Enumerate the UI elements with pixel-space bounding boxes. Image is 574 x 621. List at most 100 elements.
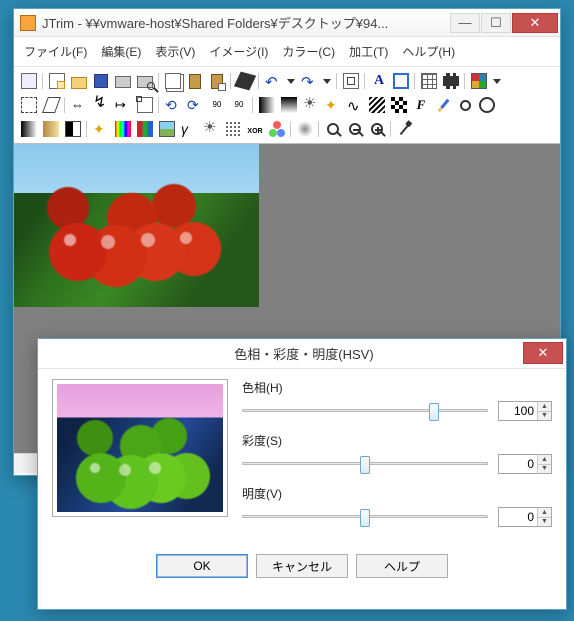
tb-rotate-l-icon[interactable]: ⟲ xyxy=(162,94,184,116)
tb-text-icon[interactable]: A xyxy=(368,70,390,92)
val-spinner[interactable]: ▲▼ xyxy=(498,507,552,527)
tb-image-icon[interactable] xyxy=(156,118,178,140)
tb-print-icon[interactable] xyxy=(112,70,134,92)
tb-zoom-fit-icon[interactable] xyxy=(322,118,344,140)
sat-slider-thumb[interactable] xyxy=(360,456,370,474)
close-button[interactable]: ✕ xyxy=(512,13,558,33)
tb-brightness2-icon[interactable] xyxy=(200,118,222,140)
val-down-icon[interactable]: ▼ xyxy=(537,518,551,527)
tb-fill-icon[interactable] xyxy=(234,70,256,92)
tb-shift-icon[interactable]: ↦ xyxy=(112,94,134,116)
ok-button[interactable]: OK xyxy=(156,554,248,578)
val-up-icon[interactable]: ▲ xyxy=(537,508,551,518)
val-slider[interactable] xyxy=(242,506,488,528)
tb-resize-icon[interactable] xyxy=(134,94,156,116)
menu-view[interactable]: 表示(V) xyxy=(149,41,201,62)
tb-palette-dropdown-icon[interactable] xyxy=(493,79,501,84)
tb-rotate-r-icon[interactable] xyxy=(184,94,206,116)
val-slider-thumb[interactable] xyxy=(360,509,370,527)
tb-sparkle2-icon[interactable] xyxy=(90,118,112,140)
tb-flip-h-icon[interactable]: ⇔ xyxy=(68,94,90,116)
tb-brightness-icon[interactable] xyxy=(300,94,322,116)
tb-undo-icon[interactable] xyxy=(262,70,284,92)
tb-zoom-out-icon[interactable] xyxy=(344,118,366,140)
tb-paste-new-icon[interactable] xyxy=(206,70,228,92)
tb-skew-icon[interactable] xyxy=(40,94,62,116)
tb-sparkle-icon[interactable] xyxy=(322,94,344,116)
tb-flip-v-icon[interactable]: ↯ xyxy=(90,94,112,116)
menu-help[interactable]: ヘルプ(H) xyxy=(396,41,461,62)
tb-new-icon[interactable] xyxy=(46,70,68,92)
tb-xor-icon[interactable] xyxy=(244,118,266,140)
tb-wave-icon[interactable] xyxy=(344,94,366,116)
tb-stripes-icon[interactable] xyxy=(366,94,388,116)
tb-switch-window-icon[interactable] xyxy=(18,70,40,92)
tb-frame-icon[interactable] xyxy=(390,70,412,92)
help-button[interactable]: ヘルプ xyxy=(356,554,448,578)
hue-slider-thumb[interactable] xyxy=(429,403,439,421)
tb-print-preview-icon[interactable] xyxy=(134,70,156,92)
hue-down-icon[interactable]: ▼ xyxy=(537,412,551,421)
tb-fit-icon[interactable] xyxy=(340,70,362,92)
minimize-button[interactable]: — xyxy=(450,13,480,33)
tb-picker-icon[interactable] xyxy=(394,118,416,140)
tb-grid-icon[interactable] xyxy=(418,70,440,92)
editor-image[interactable] xyxy=(14,144,259,307)
menu-image[interactable]: イメージ(I) xyxy=(203,41,274,62)
tb-circle-lg-icon[interactable] xyxy=(476,94,498,116)
tb-dots-icon[interactable] xyxy=(222,118,244,140)
menu-process[interactable]: 加工(T) xyxy=(343,41,394,62)
tb-paste-icon[interactable] xyxy=(184,70,206,92)
tb-crop-icon[interactable] xyxy=(18,94,40,116)
dialog-titlebar[interactable]: 色相・彩度・明度(HSV) ✕ xyxy=(38,339,566,369)
menu-file[interactable]: ファイル(F) xyxy=(18,41,93,62)
hue-slider[interactable] xyxy=(242,400,488,422)
preview-panel xyxy=(52,379,228,517)
hue-value-input[interactable] xyxy=(499,402,537,420)
tb-checker-icon[interactable] xyxy=(388,94,410,116)
hue-label: 色相(H) xyxy=(242,379,552,396)
tb-hue-icon[interactable] xyxy=(112,118,134,140)
val-value-input[interactable] xyxy=(499,508,537,526)
tb-rot-90-icon[interactable]: 90 xyxy=(228,94,250,116)
tb-redo-dropdown-icon[interactable] xyxy=(323,79,331,84)
cancel-button[interactable]: キャンセル xyxy=(256,554,348,578)
hsv-dialog: 色相・彩度・明度(HSV) ✕ 色相(H) ▲▼ xyxy=(37,338,567,610)
hue-up-icon[interactable]: ▲ xyxy=(537,402,551,412)
menu-color[interactable]: カラー(C) xyxy=(276,41,341,62)
tb-grad-h-icon[interactable] xyxy=(256,94,278,116)
tb-grad-a-icon[interactable] xyxy=(18,118,40,140)
main-titlebar[interactable]: JTrim - ¥¥vmware-host¥Shared Folders¥デスク… xyxy=(14,9,560,37)
dialog-close-button[interactable]: ✕ xyxy=(523,342,563,364)
tb-copy-icon[interactable] xyxy=(162,70,184,92)
tb-palette-icon[interactable] xyxy=(468,70,490,92)
tb-film-icon[interactable] xyxy=(440,70,462,92)
tb-zoom-in-icon[interactable] xyxy=(366,118,388,140)
tb-open-icon[interactable] xyxy=(68,70,90,92)
hue-spinner[interactable]: ▲▼ xyxy=(498,401,552,421)
val-label: 明度(V) xyxy=(242,485,552,502)
maximize-button[interactable]: ☐ xyxy=(481,13,511,33)
tb-rot90-icon[interactable]: 90 xyxy=(206,94,228,116)
menu-edit[interactable]: 編集(E) xyxy=(95,41,147,62)
tb-filter-icon[interactable]: F xyxy=(410,94,432,116)
tb-split-icon[interactable] xyxy=(62,118,84,140)
tb-palette2-icon[interactable] xyxy=(134,118,156,140)
preview-image xyxy=(57,384,223,512)
tb-rgb-icon[interactable] xyxy=(266,118,288,140)
tb-redo-icon[interactable] xyxy=(298,70,320,92)
tb-gamma-icon[interactable] xyxy=(178,118,200,140)
sat-down-icon[interactable]: ▼ xyxy=(537,465,551,474)
sat-value-input[interactable] xyxy=(499,455,537,473)
sat-slider[interactable] xyxy=(242,453,488,475)
tb-grad-v-icon[interactable] xyxy=(278,94,300,116)
tb-pencil-icon[interactable] xyxy=(432,94,454,116)
tb-undo-dropdown-icon[interactable] xyxy=(287,79,295,84)
sat-up-icon[interactable]: ▲ xyxy=(537,455,551,465)
sat-spinner[interactable]: ▲▼ xyxy=(498,454,552,474)
tb-blur-icon[interactable] xyxy=(294,118,316,140)
dialog-title: 色相・彩度・明度(HSV) xyxy=(234,344,373,363)
tb-circle-sm-icon[interactable] xyxy=(454,94,476,116)
tb-grad-b-icon[interactable] xyxy=(40,118,62,140)
tb-save-icon[interactable] xyxy=(90,70,112,92)
